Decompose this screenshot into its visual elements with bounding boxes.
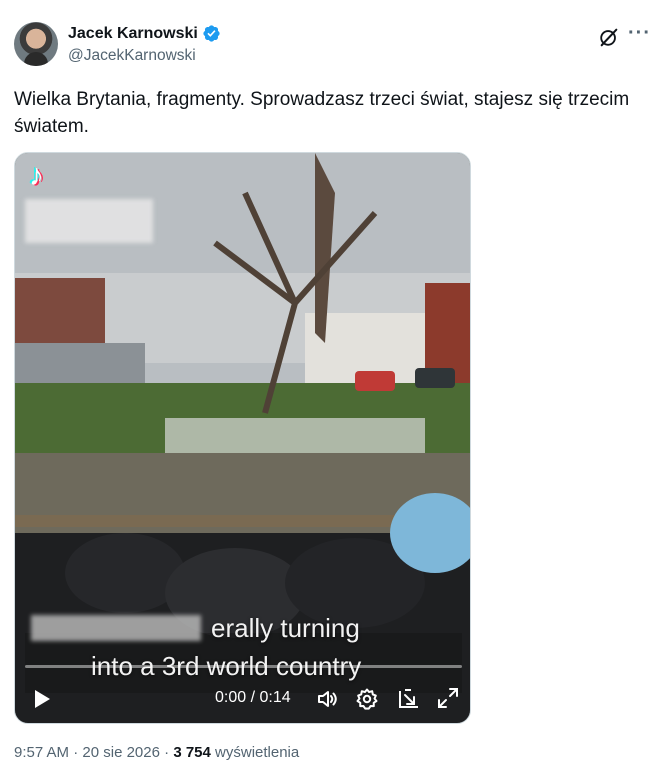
video-time: 0:00 / 0:14 <box>215 689 291 706</box>
video-controls: 0:00 / 0:14 <box>15 681 470 717</box>
tweet-meta: 9:57 AM · 20 sie 2026 · 3 754 wyświetlen… <box>14 744 299 761</box>
author-name-row: Jacek Karnowski <box>68 24 221 43</box>
video-caption-line1: erally turning <box>211 613 360 643</box>
meta-separator: · <box>69 744 83 761</box>
author-name[interactable]: Jacek Karnowski <box>68 25 198 43</box>
play-icon[interactable] <box>33 689 51 709</box>
volume-icon[interactable] <box>315 687 339 711</box>
picture-in-picture-icon[interactable] <box>397 687 421 711</box>
avatar[interactable] <box>14 22 58 66</box>
tweet-time[interactable]: 9:57 AM <box>14 744 69 761</box>
video-progress-bar[interactable] <box>25 665 462 668</box>
grok-slash-icon[interactable] <box>598 26 620 48</box>
blurred-caption <box>31 615 201 641</box>
views-label: wyświetlenia <box>210 744 300 761</box>
fullscreen-icon[interactable] <box>437 687 459 709</box>
author-handle[interactable]: @JacekKarnowski <box>68 47 196 65</box>
tiktok-logo-icon: ♪ <box>29 159 44 192</box>
more-dots-icon[interactable]: ··· <box>628 22 656 50</box>
meta-separator: · <box>159 744 174 761</box>
blurred-overlay <box>25 199 153 243</box>
tweet-date[interactable]: 20 sie 2026 <box>82 744 160 761</box>
view-count: 3 754 <box>173 744 211 761</box>
tweet-header: Jacek Karnowski @JacekKarnowski ··· <box>14 22 654 70</box>
verified-badge-icon <box>203 25 220 42</box>
gear-icon[interactable] <box>355 687 379 711</box>
tweet-text: Wielka Brytania, fragmenty. Sprowadzasz … <box>14 89 630 137</box>
video-player[interactable]: ♪ erally turning into a 3rd world countr… <box>14 152 471 724</box>
